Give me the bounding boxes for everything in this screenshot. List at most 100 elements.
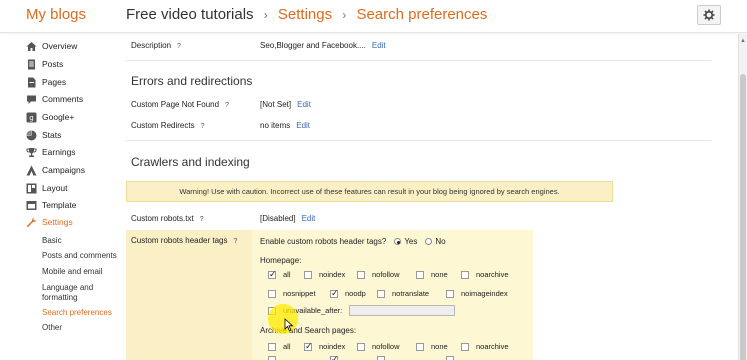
checkbox-label: noimageindex (461, 289, 508, 298)
archive-noarchive-checkbox[interactable]: noarchive (461, 342, 509, 351)
homepage-noimageindex-checkbox[interactable]: noimageindex (446, 289, 508, 298)
help-icon[interactable]: ? (177, 43, 181, 50)
help-icon[interactable]: ? (234, 238, 238, 245)
checkbox-box[interactable] (357, 270, 365, 279)
checkbox-box[interactable] (461, 270, 469, 279)
sidebar-item-earnings[interactable]: Earnings (26, 144, 76, 160)
checkbox-box[interactable] (268, 269, 277, 280)
comments-icon (26, 94, 37, 105)
checkbox-box[interactable] (377, 356, 385, 360)
homepage-nofollow-checkbox[interactable]: nofollow (357, 270, 400, 279)
checkbox-label: noindex (319, 270, 346, 279)
homepage-none-checkbox[interactable]: none (416, 270, 448, 279)
scrollbar-thumb[interactable] (740, 74, 746, 360)
sidebar-item-label: Posts (42, 59, 64, 69)
archive-row2-partial[interactable] (330, 354, 345, 360)
mouse-pointer-icon (284, 318, 294, 332)
sidebar-item-pages[interactable]: Pages (26, 74, 66, 90)
checkbox-box[interactable] (268, 356, 276, 360)
robots-header-label: Custom robots header tags? (131, 236, 237, 245)
sidebar-item-google-plus[interactable]: g Google+ (26, 109, 74, 125)
help-icon[interactable]: ? (201, 123, 205, 130)
sidebar-item-overview[interactable]: Overview (26, 38, 77, 54)
breadcrumb-settings[interactable]: Settings (278, 6, 332, 23)
no-radio[interactable] (425, 238, 433, 245)
sidebar-item-stats[interactable]: Stats (26, 127, 61, 143)
sidebar-item-campaigns[interactable]: Campaigns (26, 162, 85, 178)
help-icon[interactable]: ? (200, 216, 204, 223)
checkbox-label: nofollow (372, 342, 400, 351)
page-title: Search preferences (356, 6, 488, 23)
sub-item-language-and-formatting[interactable]: Language and formatting (42, 283, 122, 303)
homepage-noodp-checkbox[interactable]: noodp (330, 288, 366, 299)
homepage-notranslate-checkbox[interactable]: notranslate (377, 289, 429, 298)
sidebar-item-label: Earnings (42, 147, 76, 157)
archive-row2-partial[interactable] (268, 356, 283, 360)
checkbox-box[interactable] (461, 342, 469, 351)
checkbox-box[interactable] (416, 270, 424, 279)
checkbox-box[interactable] (357, 342, 365, 351)
sub-item-search-preferences[interactable]: Search preferences (42, 308, 122, 318)
settings-content: Description? Seo,Blogger and Facebook...… (126, 34, 736, 360)
checkbox-box[interactable] (304, 270, 312, 279)
archive-none-checkbox[interactable]: none (416, 342, 448, 351)
homepage-nosnippet-checkbox[interactable]: nosnippet (268, 289, 316, 298)
trophy-icon (26, 147, 37, 158)
unavailable-after-input[interactable] (349, 305, 455, 316)
checkbox-box[interactable] (377, 289, 385, 298)
svg-text:g: g (29, 114, 33, 122)
checkbox-box[interactable] (416, 342, 424, 351)
homepage-noarchive-checkbox[interactable]: noarchive (461, 270, 509, 279)
redirects-edit-link[interactable]: Edit (296, 121, 310, 130)
redirects-label: Custom Redirects? (131, 121, 204, 130)
checkbox-box[interactable] (446, 289, 454, 298)
sidebar-item-settings[interactable]: Settings (26, 214, 73, 230)
description-label: Description? (131, 41, 181, 50)
template-icon (26, 200, 37, 211)
sidebar-item-layout[interactable]: Layout (26, 180, 68, 196)
homepage-noindex-checkbox[interactable]: noindex (304, 270, 345, 279)
sidebar-item-comments[interactable]: Comments (26, 91, 83, 107)
homepage-label: Homepage: (260, 256, 302, 265)
checkbox-box[interactable] (330, 288, 339, 299)
robots-header-label-cell (126, 230, 252, 360)
sub-item-mobile-and-email[interactable]: Mobile and email (42, 267, 122, 277)
checkbox-box[interactable] (304, 341, 313, 352)
sidebar-item-template[interactable]: Template (26, 197, 77, 213)
checkbox-label: nofollow (372, 270, 400, 279)
checkbox-label: noarchive (476, 270, 509, 279)
archive-nofollow-checkbox[interactable]: nofollow (357, 342, 400, 351)
sidebar-item-posts[interactable]: Posts (26, 56, 63, 72)
sub-item-basic[interactable]: Basic (42, 236, 122, 246)
help-icon[interactable]: ? (225, 102, 229, 109)
homepage-all-checkbox[interactable]: all (268, 269, 291, 280)
sidebar-item-label: Settings (42, 217, 73, 227)
sidebar-item-label: Comments (42, 94, 84, 104)
description-label-text: Description (131, 41, 172, 50)
archive-row2-partial[interactable] (377, 356, 392, 360)
scrollbar[interactable]: ▲ (738, 34, 747, 360)
checkbox-label: nosnippet (283, 289, 316, 298)
archive-all-checkbox[interactable]: all (268, 342, 291, 351)
not-found-edit-link[interactable]: Edit (297, 100, 311, 109)
settings-gear-button[interactable] (697, 5, 721, 25)
sub-item-other[interactable]: Other (42, 323, 122, 333)
archive-row2-partial[interactable] (446, 356, 461, 360)
checkbox-box[interactable] (268, 289, 276, 298)
redirects-text: no items (260, 121, 291, 130)
robots-txt-text: [Disabled] (260, 214, 296, 223)
checkbox-label: none (431, 270, 448, 279)
checkbox-box[interactable] (268, 342, 276, 351)
yes-radio[interactable] (394, 238, 402, 245)
sub-item-posts-and-comments[interactable]: Posts and comments (42, 251, 122, 261)
checkbox-box[interactable] (446, 356, 454, 360)
my-blogs-link[interactable]: My blogs (26, 6, 86, 23)
not-found-label-text: Custom Page Not Found (131, 100, 220, 109)
description-edit-link[interactable]: Edit (372, 41, 386, 50)
blog-name[interactable]: Free video tutorials (126, 6, 254, 23)
scroll-up-arrow-icon[interactable]: ▲ (740, 38, 746, 44)
robots-header-label-text: Custom robots header tags (131, 236, 228, 245)
checkbox-box[interactable] (330, 354, 339, 360)
robots-txt-edit-link[interactable]: Edit (302, 214, 316, 223)
archive-noindex-checkbox[interactable]: noindex (304, 341, 345, 352)
